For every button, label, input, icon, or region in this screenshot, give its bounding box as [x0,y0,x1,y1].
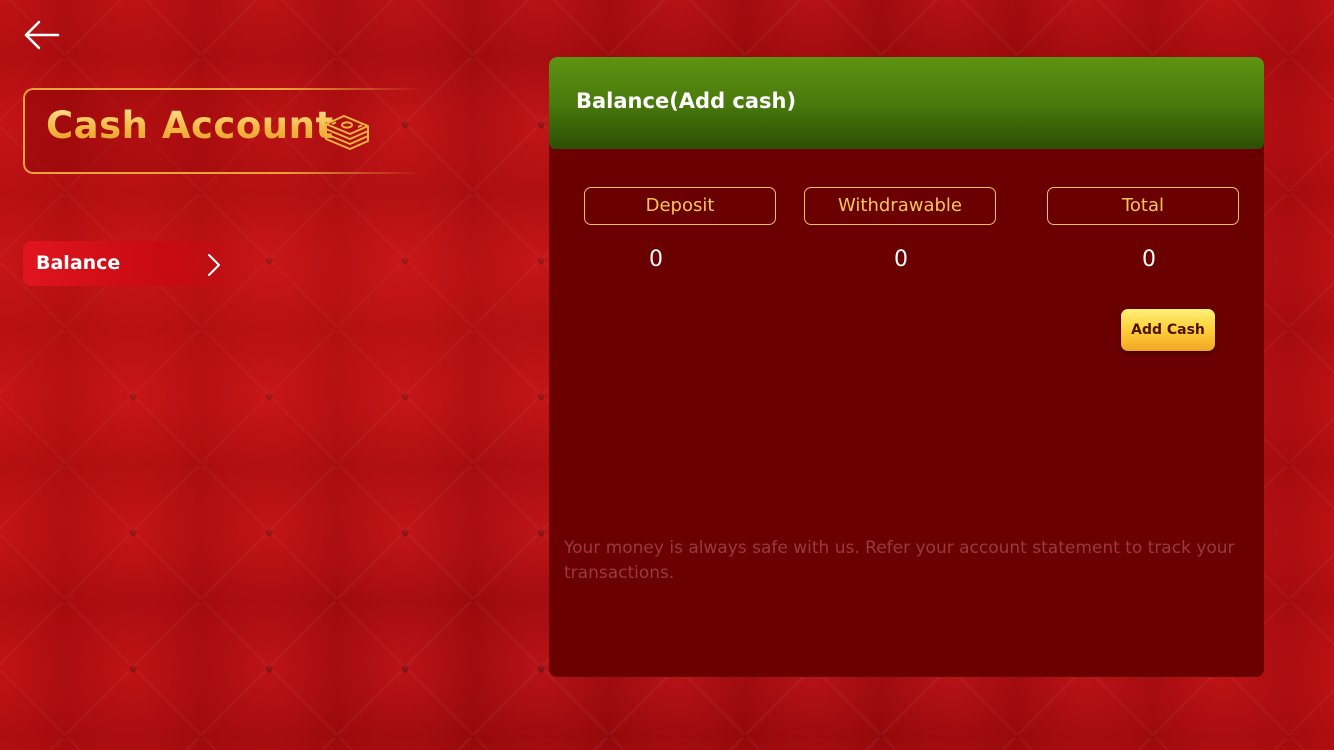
balance-panel: Balance(Add cash) Deposit Withdrawable T… [549,57,1264,677]
chevron-right-icon [208,254,220,276]
safety-note: Your money is always safe with us. Refer… [564,538,1235,583]
sidebar-item-label: Balance [36,252,121,274]
total-label: Total [1047,187,1239,225]
withdrawable-value: 0 [894,247,908,272]
deposit-label: Deposit [584,187,776,225]
panel-header: Balance(Add cash) [549,57,1264,149]
total-value: 0 [1142,247,1156,272]
add-cash-button[interactable]: Add Cash [1121,309,1215,351]
back-button[interactable] [22,18,62,52]
page-title: Cash Account [46,104,334,147]
money-stack-icon [325,115,369,150]
sidebar-item-balance[interactable]: Balance [23,241,253,286]
panel-title: Balance(Add cash) [576,89,797,113]
deposit-value: 0 [649,247,663,272]
withdrawable-label: Withdrawable [804,187,996,225]
arrow-left-icon [24,20,60,50]
